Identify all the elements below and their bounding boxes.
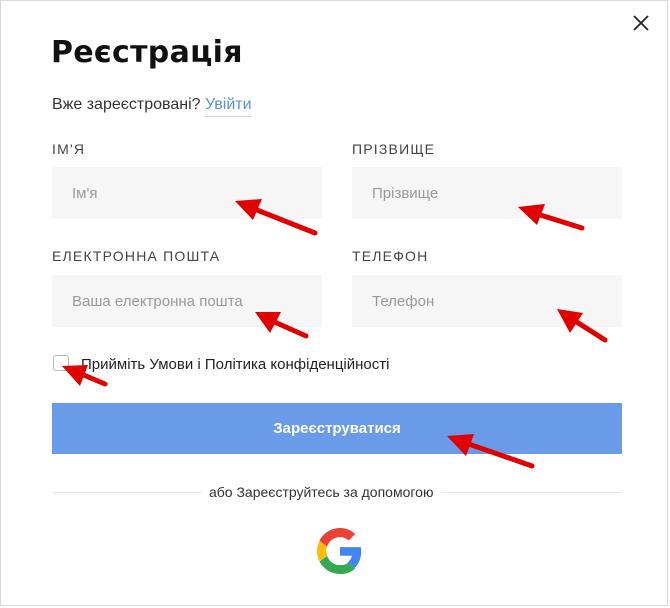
- first-name-input[interactable]: [52, 167, 322, 219]
- registration-modal: Реєстрація Вже зареєстровані? Увійти ІМ'…: [0, 0, 668, 606]
- last-name-input[interactable]: [352, 167, 622, 219]
- email-label: ЕЛЕКТРОННА ПОШТА: [52, 248, 221, 264]
- terms-checkbox[interactable]: [53, 355, 69, 371]
- register-button[interactable]: Зареєструватися: [52, 403, 622, 454]
- phone-input[interactable]: [352, 275, 622, 327]
- login-prompt: Вже зареєстровані? Увійти: [52, 96, 252, 117]
- first-name-label: ІМ'Я: [52, 141, 86, 157]
- email-input[interactable]: [52, 275, 322, 327]
- login-link[interactable]: Увійти: [205, 96, 252, 117]
- page-title: Реєстрація: [51, 35, 243, 70]
- close-icon[interactable]: [629, 11, 653, 35]
- terms-label: Прийміть Умови і Політика конфіденційнос…: [81, 356, 390, 373]
- login-prompt-text: Вже зареєстровані?: [52, 96, 201, 113]
- google-logo-icon[interactable]: [317, 528, 363, 574]
- last-name-label: ПРІЗВИЩЕ: [352, 141, 436, 157]
- social-divider-text: або Зареєструйтесь за допомогою: [201, 484, 442, 500]
- phone-label: ТЕЛЕФОН: [352, 248, 429, 264]
